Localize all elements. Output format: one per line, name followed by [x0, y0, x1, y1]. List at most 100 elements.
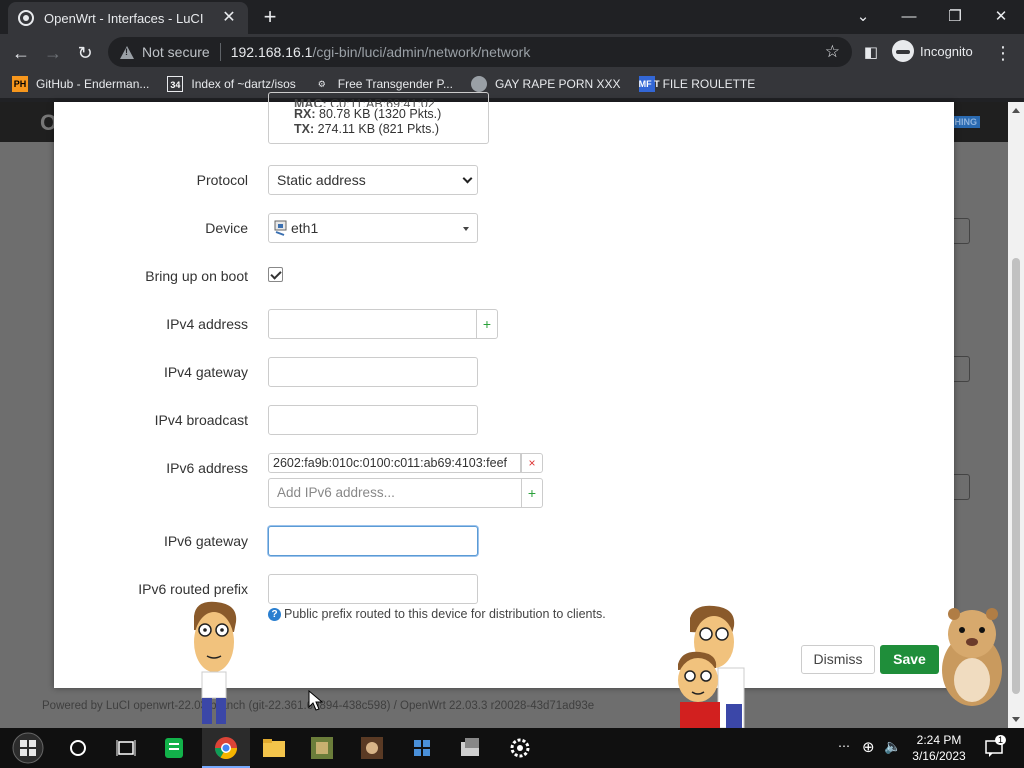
network-app-icon[interactable] — [398, 728, 446, 768]
rx-line: RX: 80.78 KB (1320 Pkts.) — [294, 107, 442, 121]
minimize-button[interactable]: — — [886, 4, 932, 30]
ipv6-prefix-input[interactable] — [268, 574, 478, 604]
ipv6-address-label: IPv6 address — [166, 460, 248, 476]
add-ipv6-button[interactable]: + — [521, 478, 543, 508]
boot-label: Bring up on boot — [145, 268, 248, 284]
media-app-icon[interactable] — [348, 728, 396, 768]
ipv6-gateway-label: IPv6 gateway — [163, 533, 248, 549]
incognito-label: Incognito — [920, 43, 973, 59]
help-text: Public prefix routed to this device for … — [284, 607, 606, 621]
bookmark-item[interactable]: PH GitHub - Enderman... — [12, 76, 149, 92]
windows-taskbar: ⋯ ⊕ 🔈 2:24 PM 3/16/2023 1 — [0, 728, 1024, 768]
tab-search-icon[interactable]: ⌄ — [840, 4, 886, 30]
clock-date: 3/16/2023 — [912, 749, 966, 763]
windows-logo-icon — [12, 732, 44, 764]
cartoon-men-icon — [678, 605, 745, 728]
thirtyfour-icon: 34 — [167, 76, 184, 92]
bookmark-label: Free Transgender P... — [337, 77, 453, 91]
menu-kebab-icon[interactable]: ⋮ — [990, 40, 1016, 66]
omnibox-separator — [219, 43, 221, 61]
scroll-down-icon[interactable] — [1012, 717, 1020, 722]
task-view-icon[interactable] — [102, 728, 150, 768]
chevron-down-icon — [462, 173, 473, 184]
volume-icon[interactable]: 🔈 — [884, 738, 901, 768]
incognito-icon — [892, 40, 914, 62]
ipv4-gateway-label: IPv4 gateway — [163, 364, 248, 380]
dismiss-button[interactable]: Dismiss — [801, 645, 875, 674]
chrome-taskbar-icon[interactable] — [202, 728, 250, 768]
page-scrollbar[interactable] — [1008, 102, 1024, 728]
taskbar-clock[interactable]: 2:24 PM 3/16/2023 — [904, 732, 974, 764]
side-panel-icon[interactable]: ◧ — [858, 40, 884, 66]
tab-bar: OpenWrt - Interfaces - LuCI ✕ + ⌄ — ❐ ✕ — [0, 0, 1024, 34]
game-app-icon[interactable] — [298, 728, 346, 768]
add-ipv6-input[interactable]: Add IPv6 address... — [268, 478, 522, 508]
notes-app-icon[interactable] — [150, 728, 198, 768]
cartoon-man-icon — [194, 601, 237, 724]
question-icon: ? — [268, 607, 281, 621]
mouse-cursor-icon — [308, 690, 324, 711]
device-select[interactable]: eth1 — [268, 213, 478, 243]
close-window-button[interactable]: ✕ — [978, 4, 1024, 30]
add-ipv4-button[interactable]: + — [476, 309, 498, 339]
notification-count: 1 — [995, 735, 1007, 745]
new-tab-button[interactable]: + — [258, 5, 282, 29]
browser-toolbar: ← → ↻ Not secure 192.168.16.1/cgi-bin/lu… — [0, 34, 1024, 70]
caret-down-icon — [463, 227, 469, 231]
forward-icon[interactable]: → — [40, 40, 66, 66]
scroll-up-icon[interactable] — [1012, 108, 1020, 113]
openwrt-favicon-icon — [18, 10, 34, 26]
protocol-label: Protocol — [196, 172, 248, 188]
ipv4-address-label: IPv4 address — [166, 316, 248, 332]
device-label: Device — [205, 220, 248, 236]
ipv4-broadcast-input[interactable] — [268, 405, 478, 435]
browser-tab[interactable]: OpenWrt - Interfaces - LuCI ✕ — [8, 2, 248, 34]
protocol-select[interactable]: Static address — [268, 165, 478, 195]
back-icon[interactable]: ← — [8, 40, 34, 66]
file-explorer-icon[interactable] — [250, 728, 298, 768]
bookmark-item[interactable]: GAY RAPE PORN XXX — [470, 76, 621, 92]
close-tab-icon[interactable]: ✕ — [220, 9, 238, 27]
ipv6-prefix-label: IPv6 routed prefix — [138, 581, 248, 597]
vm-app-icon[interactable] — [446, 728, 494, 768]
bookmark-label: Index of ~dartz/isos — [191, 77, 296, 91]
reload-icon[interactable]: ↻ — [72, 40, 98, 66]
url-path: /cgi-bin/luci/admin/network/network — [312, 44, 531, 60]
ipv4-gateway-input[interactable] — [268, 357, 478, 387]
mft-icon: MF T — [638, 76, 660, 92]
network-globe-icon[interactable]: ⊕ — [862, 738, 875, 768]
warning-icon[interactable] — [120, 45, 134, 59]
bookmark-item[interactable]: MF T FILE ROULETTE — [638, 76, 755, 92]
restore-button[interactable]: ❐ — [932, 4, 978, 30]
bookmark-star-icon[interactable]: ☆ — [825, 42, 840, 62]
address-bar[interactable]: Not secure 192.168.16.1/cgi-bin/luci/adm… — [108, 37, 852, 67]
globe-icon — [470, 76, 487, 92]
bookmark-item[interactable]: ⚙ Free Transgender P... — [314, 76, 453, 92]
ipv4-address-input[interactable] — [268, 309, 477, 339]
bookmark-icon: ⚙ — [317, 79, 326, 89]
incognito-profile[interactable]: Incognito — [892, 40, 973, 62]
bring-up-on-boot-checkbox[interactable] — [268, 267, 283, 282]
refreshing-badge: HING — [951, 116, 980, 128]
not-secure-label[interactable]: Not secure — [142, 44, 210, 60]
interface-status-box: MAC: C0:11:AB:69:41:02 RX: 80.78 KB (132… — [268, 92, 489, 144]
tab-title: OpenWrt - Interfaces - LuCI — [44, 10, 204, 26]
start-button[interactable] — [4, 728, 52, 768]
show-hidden-icons-icon[interactable]: ⋯ — [838, 739, 850, 768]
ipv6-address-item: 2602:fa9b:010c:0100:c011:ab69:4103:feef — [268, 453, 521, 473]
search-cortana-icon[interactable] — [54, 728, 102, 768]
bookmark-label: GitHub - Enderman... — [36, 77, 150, 91]
mac-line: MAC: C0:11:AB:69:41:02 — [294, 97, 435, 107]
bookmarks-bar: PH GitHub - Enderman... 34 Index of ~dartz… — [0, 70, 1024, 98]
remove-ipv6-button[interactable]: × — [521, 453, 543, 473]
scroll-thumb[interactable] — [1012, 258, 1020, 694]
clock-time: 2:24 PM — [916, 733, 962, 747]
action-center-icon[interactable]: 1 — [984, 735, 1007, 768]
save-button[interactable]: Save — [880, 645, 939, 674]
ph-icon: PH — [12, 76, 28, 92]
settings-gear-icon[interactable] — [496, 728, 544, 768]
bookmark-item[interactable]: 34 Index of ~dartz/isos — [167, 76, 296, 92]
ipv6-gateway-input[interactable] — [268, 526, 478, 556]
ipv6-prefix-help: ? Public prefix routed to this device fo… — [268, 607, 606, 621]
ipv4-broadcast-label: IPv4 broadcast — [154, 412, 248, 428]
